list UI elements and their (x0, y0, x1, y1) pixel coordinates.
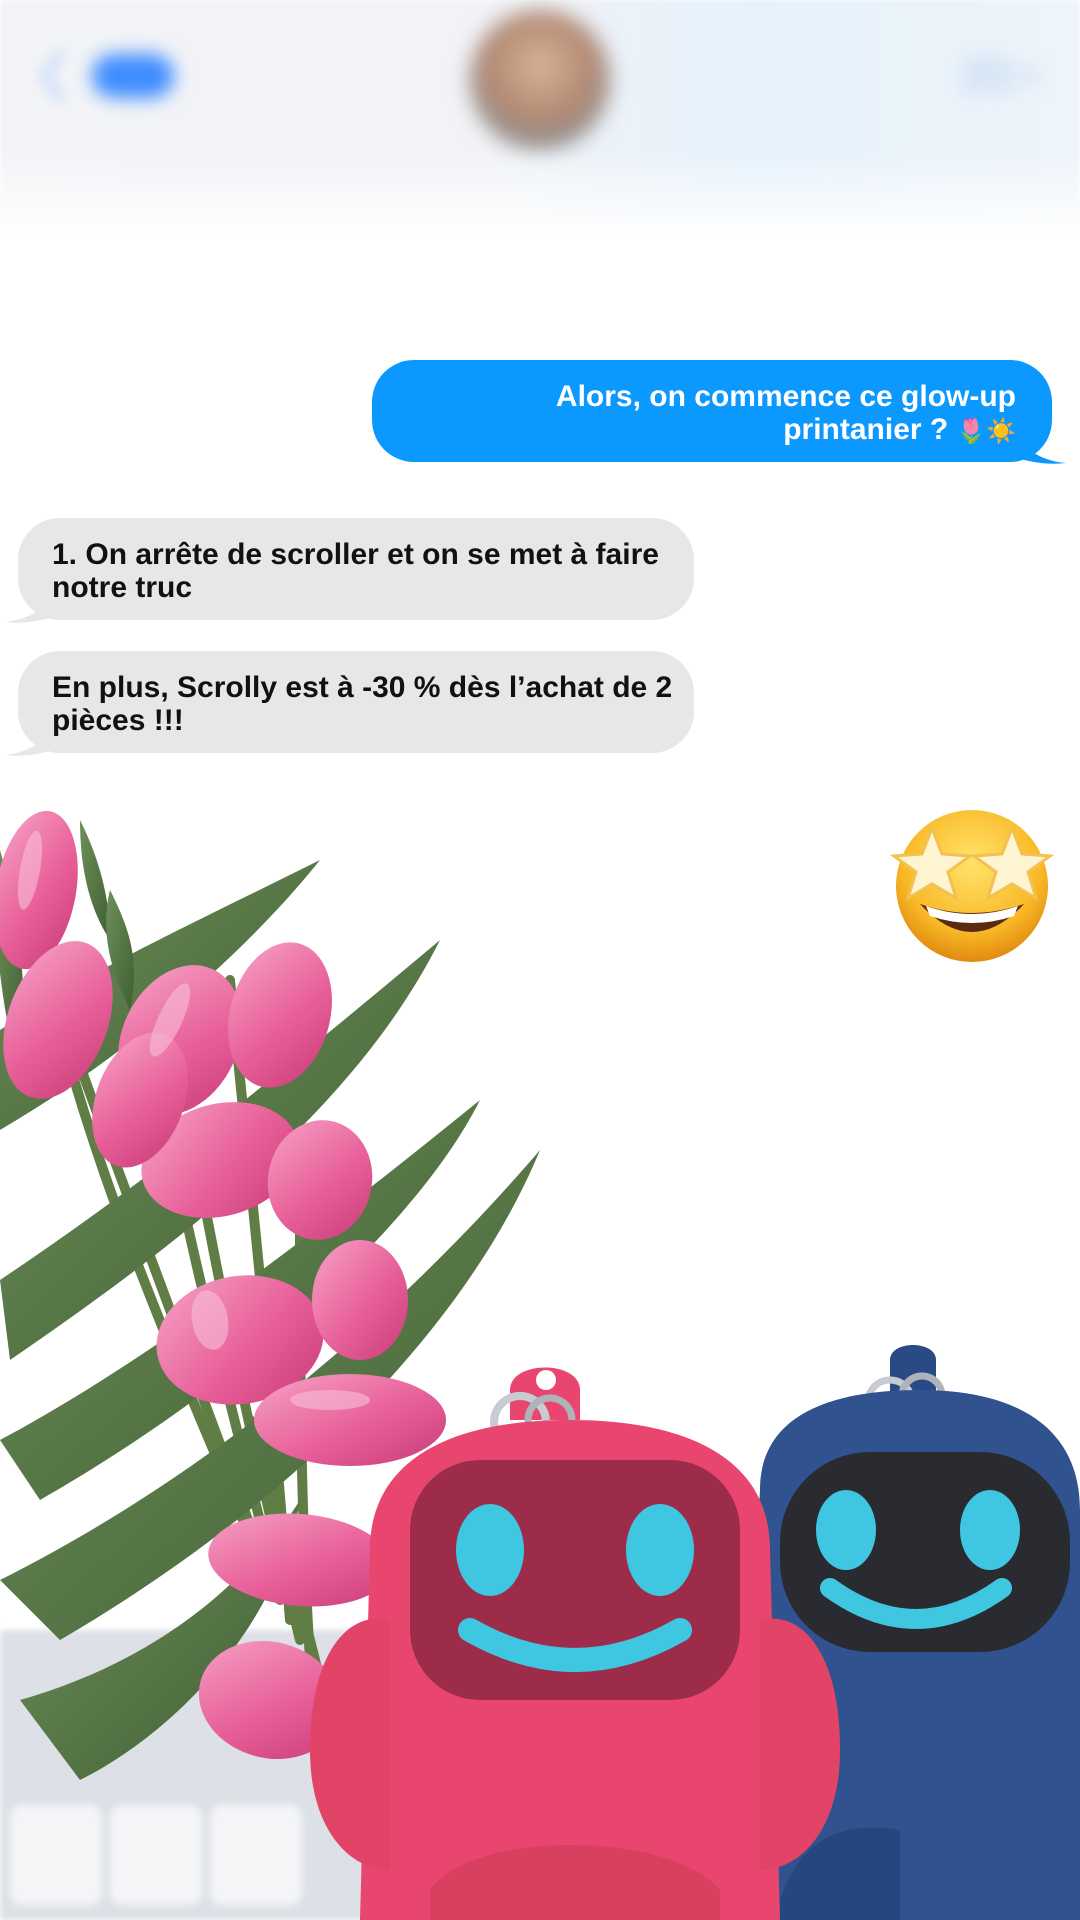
keyboard-key[interactable] (110, 1805, 202, 1905)
contact-avatar[interactable] (470, 10, 610, 150)
message-text: En plus, Scrolly est à -30 % dès l’achat… (52, 671, 673, 737)
tulip-sun-emoji: 🌷☀️ (956, 416, 1016, 445)
message-bubble-incoming[interactable]: En plus, Scrolly est à -30 % dès l’achat… (18, 651, 694, 753)
keyboard-key[interactable] (210, 1805, 302, 1905)
chat-screen: Alors, on commence ce glow-up printanier… (0, 0, 1080, 1920)
message-text: 1. On arrête de scroller et on se met à … (52, 538, 659, 604)
pink-robot-keychain-image (310, 1367, 840, 1920)
message-text: Alors, on commence ce glow-up printanier… (555, 380, 1016, 446)
star-struck-emoji-icon (889, 810, 1055, 962)
back-chevron-icon[interactable] (38, 48, 68, 104)
keyboard-key[interactable] (10, 1805, 102, 1905)
video-call-icon[interactable] (960, 52, 1040, 98)
message-bubble-incoming[interactable]: 1. On arrête de scroller et on se met à … (18, 518, 694, 620)
back-button-badge[interactable] (92, 54, 174, 98)
message-bubble-outgoing[interactable]: Alors, on commence ce glow-up printanier… (372, 360, 1052, 462)
header-fade (0, 150, 1080, 250)
